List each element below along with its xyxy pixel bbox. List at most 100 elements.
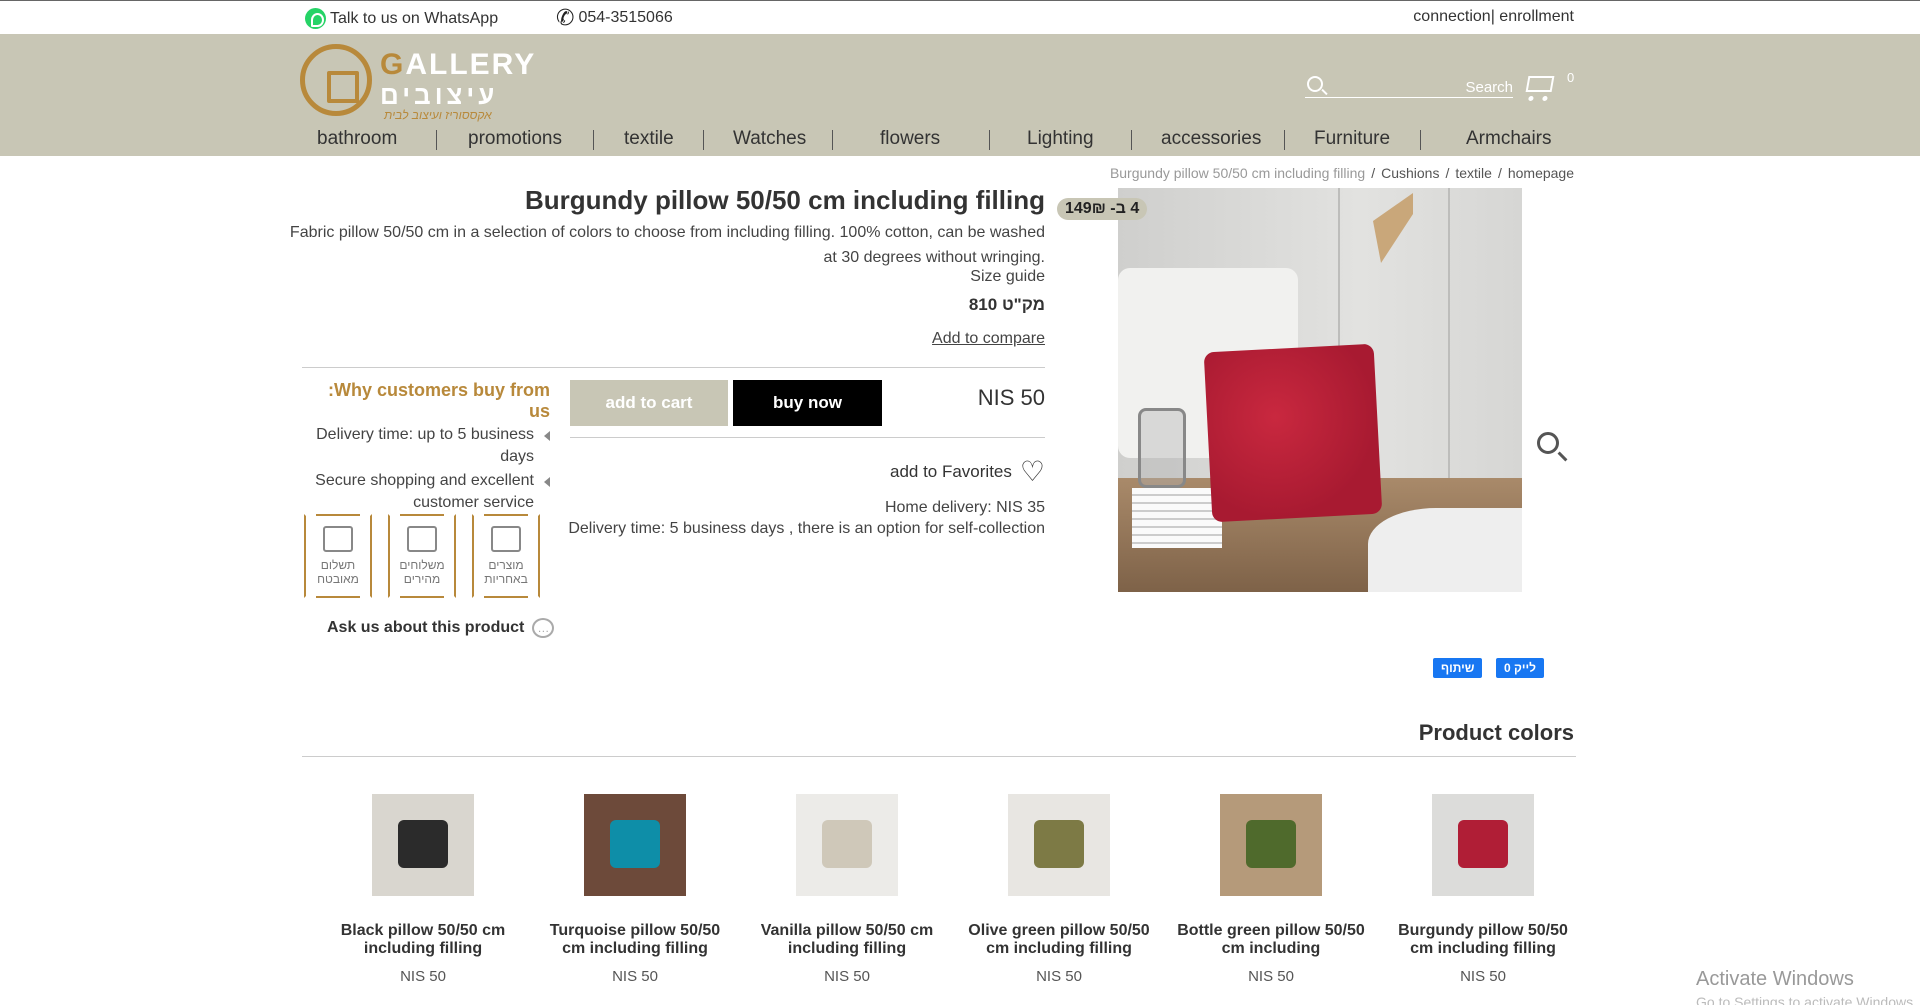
badge-label: מוצרים באחריות bbox=[484, 558, 528, 586]
nav-flowers[interactable]: flowers bbox=[880, 128, 940, 150]
nav-divider bbox=[436, 130, 437, 150]
buy-now-button[interactable]: buy now bbox=[733, 380, 882, 426]
breadcrumb-separator: / bbox=[1371, 165, 1376, 181]
ask-about-product[interactable]: Ask us about this product … bbox=[327, 618, 555, 638]
badge-secure-payment: תשלום מאובטח bbox=[304, 514, 372, 598]
cart-icon[interactable] bbox=[1525, 76, 1555, 92]
color-card[interactable]: Vanilla pillow 50/50 cm including fillin… bbox=[752, 794, 942, 985]
like-button[interactable]: לייק 0 bbox=[1496, 658, 1544, 678]
badge-fast-shipping: משלוחים מהירים bbox=[388, 514, 456, 598]
delivery-info: Home delivery: NIS 35 Delivery time: 5 b… bbox=[568, 497, 1045, 539]
divider bbox=[302, 756, 1576, 757]
windows-activation-watermark: Activate Windows bbox=[1696, 968, 1854, 990]
main-nav: bathroom promotions textile Watches flow… bbox=[300, 126, 1590, 156]
phone-icon: ✆ bbox=[556, 5, 575, 30]
color-card[interactable]: Turquoise pillow 50/50 cm including fill… bbox=[540, 794, 730, 985]
site-logo[interactable]: GALLERY עיצובים אקססוריז ועיצוב לבית bbox=[300, 42, 534, 122]
why-buy-section: :Why customers buy from us Delivery time… bbox=[302, 380, 550, 514]
breadcrumb-cushions[interactable]: Cushions bbox=[1381, 165, 1439, 181]
zoom-icon[interactable] bbox=[1537, 432, 1559, 454]
color-card-thumb[interactable] bbox=[372, 794, 474, 896]
breadcrumb-separator: / bbox=[1445, 165, 1450, 181]
certificate-icon bbox=[491, 526, 521, 552]
breadcrumb-home[interactable]: homepage bbox=[1508, 165, 1574, 181]
color-card[interactable]: Bottle green pillow 50/50 cm including N… bbox=[1176, 794, 1366, 985]
account-links[interactable]: connection| enrollment bbox=[1413, 8, 1574, 26]
nav-textile[interactable]: textile bbox=[624, 128, 674, 150]
nav-lighting[interactable]: Lighting bbox=[1027, 128, 1094, 150]
whatsapp-link[interactable]: Talk to us on WhatsApp bbox=[305, 8, 498, 29]
color-card-thumb[interactable] bbox=[1432, 794, 1534, 896]
nav-armchairs[interactable]: Armchairs bbox=[1466, 128, 1552, 150]
divider bbox=[570, 437, 1045, 438]
color-card-thumb[interactable] bbox=[796, 794, 898, 896]
search-box[interactable]: Search bbox=[1305, 74, 1513, 98]
search-icon[interactable] bbox=[1307, 76, 1323, 92]
nav-promotions[interactable]: promotions bbox=[468, 128, 562, 150]
nav-divider bbox=[989, 130, 990, 150]
breadcrumb-current: Burgundy pillow 50/50 cm including filli… bbox=[1109, 165, 1366, 181]
cart[interactable]: 0 bbox=[1525, 70, 1575, 102]
product-title: Burgundy pillow 50/50 cm including filli… bbox=[524, 185, 1045, 215]
image-pillow bbox=[1203, 343, 1383, 523]
color-card-thumb[interactable] bbox=[1008, 794, 1110, 896]
divider bbox=[302, 367, 1045, 368]
ask-label: Ask us about this product bbox=[327, 619, 525, 636]
color-card-pillow bbox=[1034, 820, 1084, 868]
color-card-pillow bbox=[610, 820, 660, 868]
color-card-name[interactable]: Burgundy pillow 50/50 cm including filli… bbox=[1388, 922, 1578, 958]
logo-emblem bbox=[300, 44, 372, 116]
logo-subtitle: אקססוריז ועיצוב לבית bbox=[384, 108, 492, 122]
site-header: GALLERY עיצובים אקססוריז ועיצוב לבית Sea… bbox=[0, 34, 1920, 156]
add-to-cart-button[interactable]: add to cart bbox=[570, 380, 728, 426]
product-description: Fabric pillow 50/50 cm in a selection of… bbox=[289, 224, 1045, 266]
size-guide-link[interactable]: Size guide bbox=[970, 268, 1045, 286]
truck-icon bbox=[407, 526, 437, 552]
product-sku: מק"ט 810 bbox=[968, 295, 1045, 314]
color-card[interactable]: Burgundy pillow 50/50 cm including filli… bbox=[1388, 794, 1578, 985]
add-to-favorites[interactable]: add to Favorites ♡ bbox=[889, 458, 1045, 486]
image-rug bbox=[1368, 508, 1522, 592]
color-card-name[interactable]: Bottle green pillow 50/50 cm including bbox=[1176, 922, 1366, 958]
nav-divider bbox=[1131, 130, 1132, 150]
badge-label: תשלום מאובטח bbox=[317, 558, 359, 586]
search-label: Search bbox=[1465, 79, 1513, 96]
heart-icon[interactable]: ♡ bbox=[1020, 458, 1045, 486]
phone-number: 054-3515066 bbox=[578, 9, 673, 26]
badge-warranty: מוצרים באחריות bbox=[472, 514, 540, 598]
nav-divider bbox=[593, 130, 594, 150]
color-card-thumb[interactable] bbox=[584, 794, 686, 896]
color-card-name[interactable]: Black pillow 50/50 cm including filling bbox=[328, 922, 518, 958]
trust-badges: תשלום מאובטח משלוחים מהירים מוצרים באחרי… bbox=[304, 514, 548, 598]
color-card-pillow bbox=[1246, 820, 1296, 868]
image-panel-line bbox=[1448, 188, 1450, 488]
color-card[interactable]: Black pillow 50/50 cm including filling … bbox=[328, 794, 518, 985]
color-card[interactable]: Olive green pillow 50/50 cm including fi… bbox=[964, 794, 1154, 985]
delivery-time: Delivery time: 5 business days , there i… bbox=[568, 520, 1045, 537]
nav-bathroom[interactable]: bathroom bbox=[317, 128, 397, 150]
add-to-compare-link[interactable]: Add to compare bbox=[932, 330, 1045, 348]
color-card-thumb[interactable] bbox=[1220, 794, 1322, 896]
breadcrumb-separator: / bbox=[1497, 165, 1502, 181]
nav-divider bbox=[1284, 130, 1285, 150]
chat-bubble-icon: … bbox=[532, 618, 555, 638]
home-delivery: Home delivery: NIS 35 bbox=[884, 499, 1045, 516]
color-card-price: NIS 50 bbox=[612, 968, 658, 985]
why-item-delivery: Delivery time: up to 5 business days bbox=[302, 424, 550, 468]
breadcrumb: Burgundy pillow 50/50 cm including filli… bbox=[1110, 165, 1574, 181]
breadcrumb-textile[interactable]: textile bbox=[1455, 165, 1492, 181]
search-input[interactable] bbox=[1335, 74, 1475, 98]
share-button[interactable]: שיתוף bbox=[1433, 658, 1483, 678]
color-card-pillow bbox=[1458, 820, 1508, 868]
color-card-name[interactable]: Vanilla pillow 50/50 cm including fillin… bbox=[752, 922, 942, 958]
why-item-secure: Secure shopping and excellent customer s… bbox=[302, 470, 550, 514]
color-card-price: NIS 50 bbox=[1248, 968, 1294, 985]
favorites-label: add to Favorites bbox=[889, 462, 1012, 481]
nav-furniture[interactable]: Furniture bbox=[1314, 128, 1390, 150]
phone-link[interactable]: ✆ 054-3515066 bbox=[556, 5, 673, 30]
color-card-name[interactable]: Olive green pillow 50/50 cm including fi… bbox=[964, 922, 1154, 958]
color-card-name[interactable]: Turquoise pillow 50/50 cm including fill… bbox=[540, 922, 730, 958]
nav-watches[interactable]: Watches bbox=[733, 128, 806, 150]
nav-accessories[interactable]: accessories bbox=[1161, 128, 1261, 150]
product-image[interactable] bbox=[1118, 188, 1522, 592]
